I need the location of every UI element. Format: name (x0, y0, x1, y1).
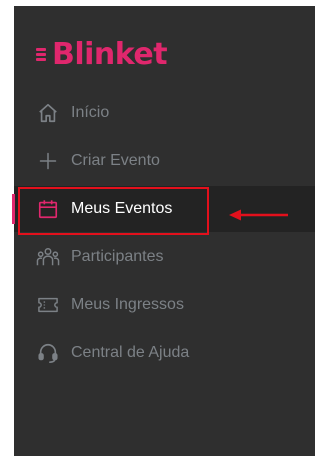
sidebar-item-participantes[interactable]: Participantes (14, 234, 315, 280)
people-icon (36, 245, 60, 269)
brand-logo[interactable]: Blinket (36, 32, 168, 76)
sidebar-item-meus-ingressos[interactable]: Meus Ingressos (14, 282, 315, 328)
brand-name: Blinket (52, 36, 168, 72)
logo-mark-icon (36, 47, 50, 61)
active-indicator (12, 194, 15, 224)
annotation-highlight-box (18, 187, 209, 235)
sidebar-item-label: Meus Ingressos (71, 296, 184, 313)
annotation-arrow-icon (229, 209, 288, 221)
sidebar-item-criar-evento[interactable]: Criar Evento (14, 138, 315, 184)
sidebar-item-label: Central de Ajuda (71, 344, 190, 361)
sidebar-item-central-de-ajuda[interactable]: Central de Ajuda (14, 330, 315, 376)
ticket-icon (36, 293, 60, 317)
sidebar-item-inicio[interactable]: Início (14, 90, 315, 136)
sidebar-item-label: Participantes (71, 248, 164, 265)
home-icon (36, 101, 60, 125)
headset-icon (36, 341, 60, 365)
sidebar-item-label: Criar Evento (71, 152, 160, 169)
plus-icon (36, 149, 60, 173)
sidebar-item-label: Início (71, 104, 110, 121)
